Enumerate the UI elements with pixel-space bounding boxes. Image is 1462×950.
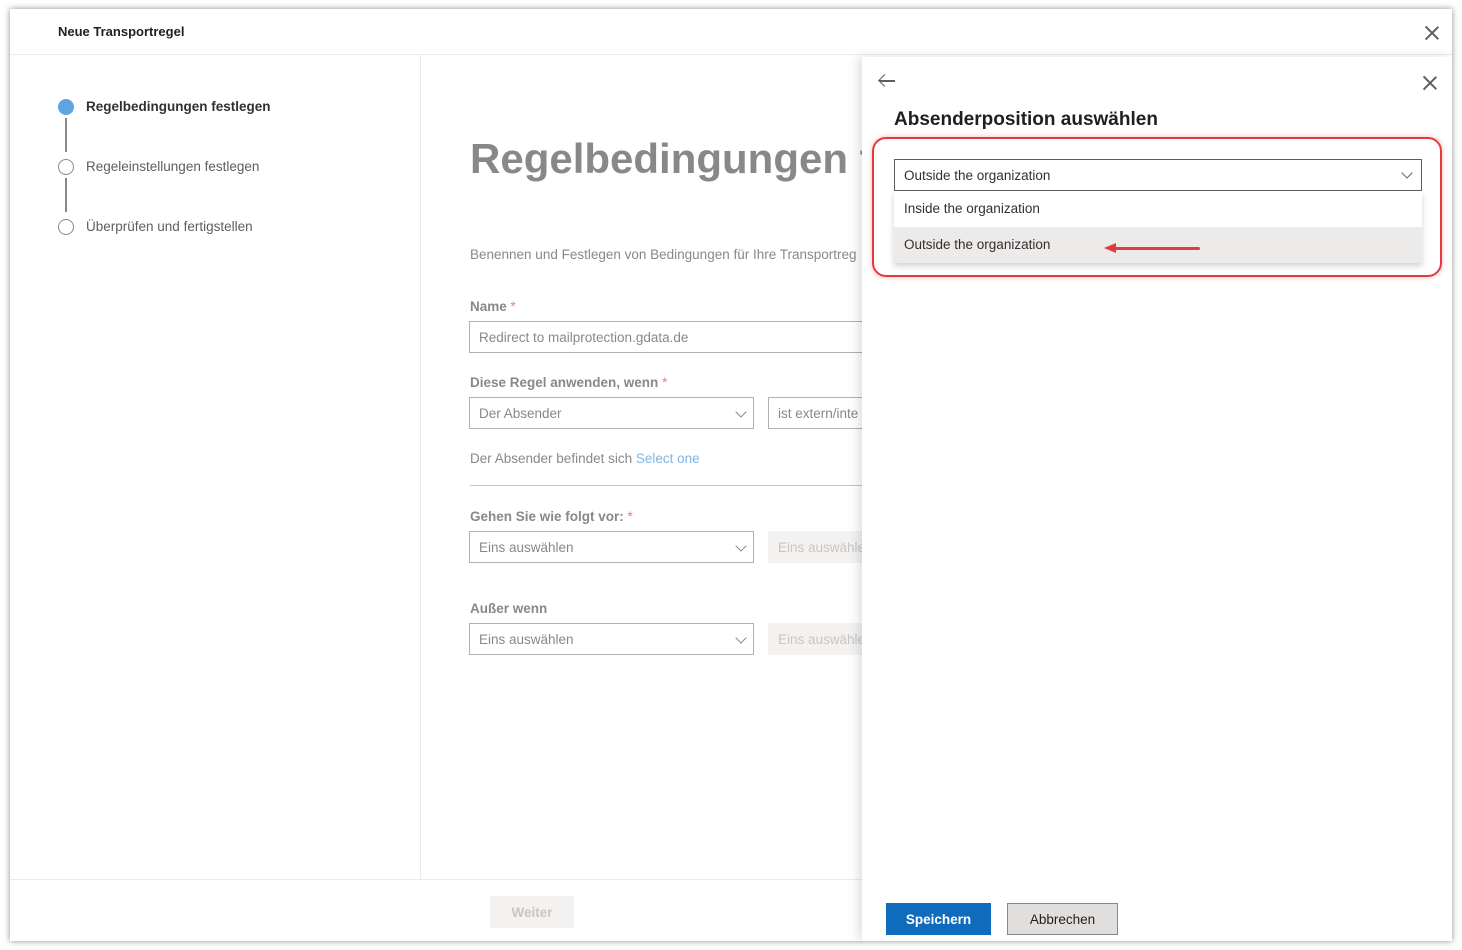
action-select-value: Eins auswählen — [479, 540, 574, 555]
page-title: Regelbedingungen f — [470, 135, 862, 182]
sender-location-dropdown[interactable]: Outside the organization — [894, 159, 1422, 191]
step-connector — [65, 178, 67, 212]
wizard-steps: Regelbedingungen festlegen Regeleinstell… — [10, 55, 421, 879]
step-label: Überprüfen und fertigstellen — [86, 219, 253, 234]
chevron-down-icon — [1401, 167, 1413, 179]
required-marker: * — [510, 299, 516, 314]
cancel-button[interactable]: Abbrechen — [1007, 903, 1118, 935]
select-one-link[interactable]: Select one — [636, 451, 700, 466]
except-select-value: Eins auswählen — [479, 632, 574, 647]
condition-select[interactable]: Der Absender — [469, 397, 754, 429]
dialog-header: Neue Transportregel — [10, 9, 1452, 55]
step-active-icon — [58, 99, 74, 115]
step-label: Regelbedingungen festlegen — [86, 99, 271, 114]
step-connector — [65, 118, 67, 152]
save-button[interactable]: Speichern — [886, 903, 991, 935]
panel-title: Absenderposition auswählen — [894, 109, 1158, 130]
name-field[interactable]: Redirect to mailprotection.gdata.de — [469, 321, 862, 353]
required-marker: * — [662, 375, 668, 390]
close-icon[interactable] — [1424, 25, 1440, 41]
next-button[interactable]: Weiter — [490, 896, 574, 928]
step-label: Regeleinstellungen festlegen — [86, 159, 260, 174]
page-description: Benennen und Festlegen von Bedingungen f… — [470, 247, 857, 262]
required-marker: * — [627, 509, 633, 524]
name-label: Name * — [470, 299, 516, 314]
chevron-down-icon — [735, 632, 747, 644]
divider — [470, 485, 862, 486]
except-detail-select: Eins auswähle — [768, 623, 862, 655]
action-select[interactable]: Eins auswählen — [469, 531, 754, 563]
annotation-arrow-icon — [1104, 243, 1200, 255]
action-detail-select: Eins auswähle — [768, 531, 862, 563]
sender-location-panel: Absenderposition auswählen Outside the o… — [862, 57, 1452, 941]
dialog-title: Neue Transportregel — [58, 24, 185, 39]
wizard-footer: Weiter — [10, 879, 862, 941]
back-arrow-icon[interactable] — [878, 73, 896, 89]
action-label: Gehen Sie wie folgt vor: * — [470, 509, 633, 524]
chevron-down-icon — [735, 540, 747, 552]
close-icon[interactable] — [1422, 75, 1438, 91]
dropdown-value: Outside the organization — [904, 168, 1051, 183]
condition-hint: Der Absender befindet sich Select one — [470, 451, 700, 466]
condition-detail-select[interactable]: ist extern/inte — [768, 397, 862, 429]
dialog-window: Neue Transportregel Regelbedingungen fes… — [10, 9, 1452, 941]
step-pending-icon — [58, 219, 74, 235]
except-select[interactable]: Eins auswählen — [469, 623, 754, 655]
chevron-down-icon — [735, 406, 747, 418]
step-pending-icon — [58, 159, 74, 175]
option-inside-organization[interactable]: Inside the organization — [894, 191, 1422, 227]
main-form: Regelbedingungen f Benennen und Festlege… — [422, 55, 862, 879]
apply-condition-label: Diese Regel anwenden, wenn * — [470, 375, 668, 390]
condition-select-value: Der Absender — [479, 406, 562, 421]
except-label: Außer wenn — [470, 601, 548, 616]
